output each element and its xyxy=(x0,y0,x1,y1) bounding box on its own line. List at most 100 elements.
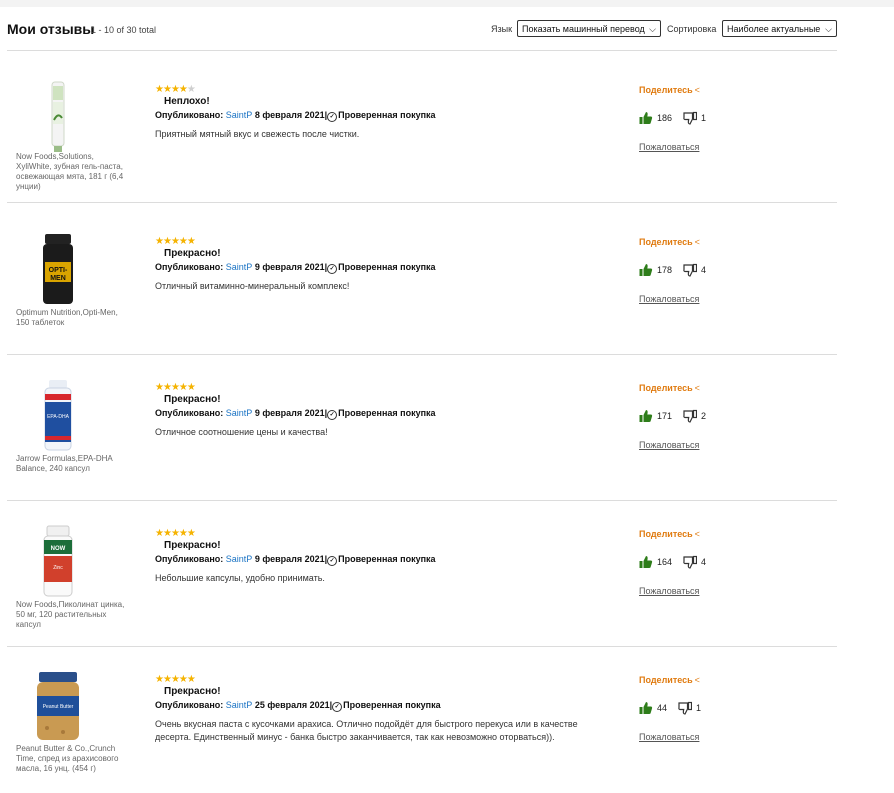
review-title: Прекрасно! xyxy=(164,540,221,551)
thumbs-up-icon[interactable] xyxy=(639,263,653,277)
product-name[interactable]: Optimum Nutrition,Opti-Men, 150 таблеток xyxy=(16,308,131,328)
downvote-count: 2 xyxy=(701,411,707,421)
star-filled-icon: ★ xyxy=(155,236,164,247)
author-link[interactable]: SaintP xyxy=(226,408,253,418)
share-label: Поделитесь xyxy=(639,383,693,393)
star-rating: ★★★★★ xyxy=(155,382,196,393)
product-image-zinc[interactable]: NOW Zinc xyxy=(33,524,83,598)
language-label: Язык xyxy=(491,24,513,34)
share-button[interactable]: Поделитесь < xyxy=(639,675,700,685)
thumbs-down-icon[interactable] xyxy=(683,409,697,423)
thumbs-down-icon[interactable] xyxy=(683,111,697,125)
star-filled-icon: ★ xyxy=(170,236,180,247)
reviews-header: Мои отзывы 1 - 10 of 30 total Язык Показ… xyxy=(7,18,837,42)
product-name[interactable]: Now Foods,Solutions, XyliWhite, зубная г… xyxy=(16,152,131,192)
language-select[interactable]: Показать машинный перевод ⌵ xyxy=(517,20,661,37)
author-link[interactable]: SaintP xyxy=(226,262,253,272)
report-link[interactable]: Пожаловаться xyxy=(639,142,699,152)
upvote-count: 171 xyxy=(657,411,673,421)
star-filled-icon: ★ xyxy=(162,674,172,685)
report-link[interactable]: Пожаловаться xyxy=(639,732,699,742)
report-link[interactable]: Пожаловаться xyxy=(639,440,699,450)
review-text: Очень вкусная паста с кусочками арахиса.… xyxy=(155,719,578,742)
review-title: Неплохо! xyxy=(164,96,210,107)
share-button[interactable]: Поделитесь < xyxy=(639,529,700,539)
thumbs-down-icon[interactable] xyxy=(683,263,697,277)
review-date: 8 февраля 2021 xyxy=(254,110,325,120)
star-filled-icon: ★ xyxy=(155,84,164,95)
chevron-down-icon: ⌵ xyxy=(825,24,832,34)
upvote-count: 186 xyxy=(657,113,673,123)
report-link[interactable]: Пожаловаться xyxy=(639,294,699,304)
top-strip xyxy=(0,0,894,7)
share-icon: < xyxy=(694,85,700,95)
downvote-count: 1 xyxy=(696,703,702,713)
star-filled-icon: ★ xyxy=(178,84,188,95)
star-filled-icon: ★ xyxy=(155,528,164,539)
share-label: Поделитесь xyxy=(639,675,693,685)
product-name[interactable]: Jarrow Formulas,EPA-DHA Balance, 240 кап… xyxy=(16,454,131,474)
published-label: Опубликовано: xyxy=(155,554,224,564)
thumbs-up-icon[interactable] xyxy=(639,111,653,125)
share-button[interactable]: Поделитесь < xyxy=(639,383,700,393)
check-circle-icon: ✓ xyxy=(327,112,338,122)
review-card: OPTI- MEN Optimum Nutrition,Opti-Men, 15… xyxy=(7,208,837,355)
product-image-opti-men[interactable]: OPTI- MEN xyxy=(33,232,83,306)
published-label: Опубликовано: xyxy=(155,408,224,418)
star-filled-icon: ★ xyxy=(186,674,196,685)
review-meta: Опубликовано: SaintP 9 февраля 2021| ✓ Про… xyxy=(155,262,436,274)
product-name[interactable]: Now Foods,Пиколинат цинка, 50 мг, 120 ра… xyxy=(16,600,131,630)
report-link[interactable]: Пожаловаться xyxy=(639,586,699,596)
star-filled-icon: ★ xyxy=(155,674,164,685)
language-select-value: Показать машинный перевод xyxy=(522,24,645,34)
star-filled-icon: ★ xyxy=(178,674,188,685)
review-meta: Опубликовано: SaintP 9 февраля 2021| ✓ Про… xyxy=(155,408,436,420)
review-date: 25 февраля 2021 xyxy=(254,700,330,710)
verified-badge: Проверенная покупка xyxy=(338,110,436,120)
check-circle-icon: ✓ xyxy=(327,264,338,274)
review-text: Небольшие капсулы, удобно принимать. xyxy=(155,573,325,583)
share-icon: < xyxy=(694,675,700,685)
downvote-count: 4 xyxy=(701,265,707,275)
review-card: Now Foods,Solutions, XyliWhite, зубная г… xyxy=(7,56,837,203)
upvote-count: 164 xyxy=(657,557,673,567)
svg-text:OPTI-: OPTI- xyxy=(49,267,68,274)
thumbs-down-icon[interactable] xyxy=(683,555,697,569)
check-circle-icon: ✓ xyxy=(327,556,338,566)
published-label: Опубликовано: xyxy=(155,262,224,272)
star-filled-icon: ★ xyxy=(162,528,172,539)
verified-badge: Проверенная покупка xyxy=(338,408,436,418)
sort-select[interactable]: Наиболее актуальные ⌵ xyxy=(722,20,837,37)
author-link[interactable]: SaintP xyxy=(226,110,253,120)
share-label: Поделитесь xyxy=(639,529,693,539)
review-card: Peanut Butter Peanut Butter & Co.,Crunch… xyxy=(7,646,837,792)
review-card: EPA-DHA Jarrow Formulas,EPA-DHA Balance,… xyxy=(7,354,837,501)
author-link[interactable]: SaintP xyxy=(226,700,253,710)
thumbs-up-icon[interactable] xyxy=(639,409,653,423)
downvote-count: 4 xyxy=(701,557,707,567)
review-title: Прекрасно! xyxy=(164,248,221,259)
product-name[interactable]: Peanut Butter & Co.,Crunch Time, спред и… xyxy=(16,744,131,774)
thumbs-up-icon[interactable] xyxy=(639,555,653,569)
divider xyxy=(7,50,837,51)
svg-text:Zinc: Zinc xyxy=(53,565,63,571)
author-link[interactable]: SaintP xyxy=(226,554,253,564)
share-button[interactable]: Поделитесь < xyxy=(639,85,700,95)
review-date: 9 февраля 2021 xyxy=(254,554,325,564)
star-filled-icon: ★ xyxy=(162,236,172,247)
star-empty-icon: ★ xyxy=(186,84,196,95)
thumbs-down-icon[interactable] xyxy=(678,701,692,715)
product-image-epa-dha[interactable]: EPA-DHA xyxy=(33,378,83,452)
page-title: Мои отзывы xyxy=(7,21,95,37)
downvote-count: 1 xyxy=(701,113,707,123)
share-button[interactable]: Поделитесь < xyxy=(639,237,700,247)
review-date: 9 февраля 2021 xyxy=(254,408,325,418)
star-filled-icon: ★ xyxy=(155,382,164,393)
sort-select-value: Наиболее актуальные xyxy=(727,24,821,34)
thumbs-up-icon[interactable] xyxy=(639,701,653,715)
review-meta: Опубликовано: SaintP 8 февраля 2021| ✓ Про… xyxy=(155,110,436,122)
product-image-toothpaste[interactable] xyxy=(33,80,83,154)
svg-text:MEN: MEN xyxy=(50,275,66,282)
review-text: Отличное соотношение цены и качества! xyxy=(155,427,328,437)
product-image-peanut-butter[interactable]: Peanut Butter xyxy=(33,670,83,744)
